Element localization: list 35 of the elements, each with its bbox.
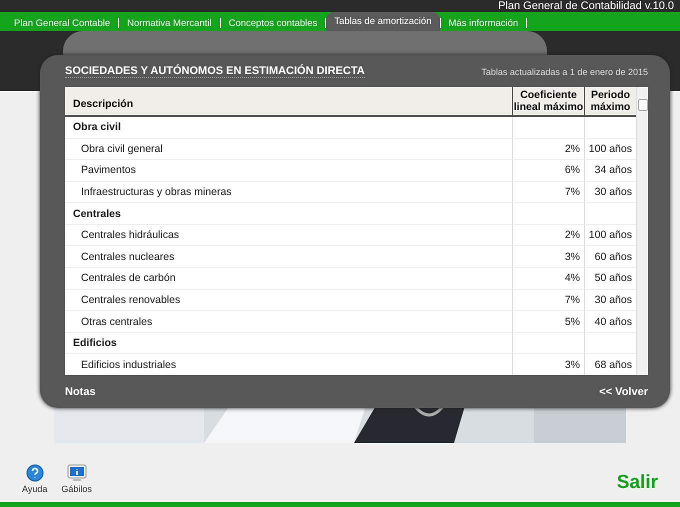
dialog-title: SOCIEDADES Y AUTÓNOMOS EN ESTIMACIÓN DIRECTA	[65, 65, 365, 78]
update-note: Tablas actualizadas a 1 de enero de 2015	[481, 66, 648, 77]
group-heading: Centrales	[65, 203, 512, 225]
table-cell: Pavimentos	[65, 160, 512, 182]
table-cell: 4%	[512, 268, 584, 290]
group-heading: Edificios	[65, 332, 512, 354]
table-cell: 6%	[512, 160, 584, 182]
table-cell: 3%	[512, 354, 584, 376]
toolbar-button[interactable]: Ayuda	[22, 464, 48, 494]
column-header: Descripción	[65, 86, 512, 117]
table-cell: Centrales renovables	[65, 290, 512, 312]
table-cell: Obra civil general	[65, 138, 512, 160]
table-cell: 5%	[512, 311, 584, 333]
table-cell: 7%	[512, 182, 584, 204]
scrollbar[interactable]	[636, 86, 648, 376]
table-cell: 2%	[512, 224, 584, 246]
table-cell: 7%	[512, 290, 584, 312]
toolbar-button[interactable]: Gábilos	[61, 464, 92, 494]
table-cell: Edificios industriales	[65, 354, 512, 376]
table-cell: 3%	[512, 246, 584, 268]
group-heading: Obra civil	[65, 116, 512, 139]
table-cell: Otras centrales	[65, 311, 512, 333]
table-cell: Centrales nucleares	[65, 246, 512, 268]
table-cell: Centrales de carbón	[65, 268, 512, 290]
help-icon	[26, 464, 44, 482]
column-header: Coeficiente lineal máximo	[512, 86, 584, 117]
column-header: Periodo máximo	[584, 86, 636, 117]
app-title: Plan General de Contabilidad v.10.0	[498, 0, 674, 12]
info-icon	[66, 464, 87, 482]
table-cell: 2%	[512, 138, 584, 160]
notes-link[interactable]: Notas	[65, 386, 96, 398]
nav-tab[interactable]: Tablas de amortización	[326, 12, 440, 31]
table-cell: Infraestructuras y obras mineras	[65, 182, 512, 204]
table-cell: Centrales hidráulicas	[65, 224, 512, 246]
back-link[interactable]: << Volver	[599, 386, 648, 398]
